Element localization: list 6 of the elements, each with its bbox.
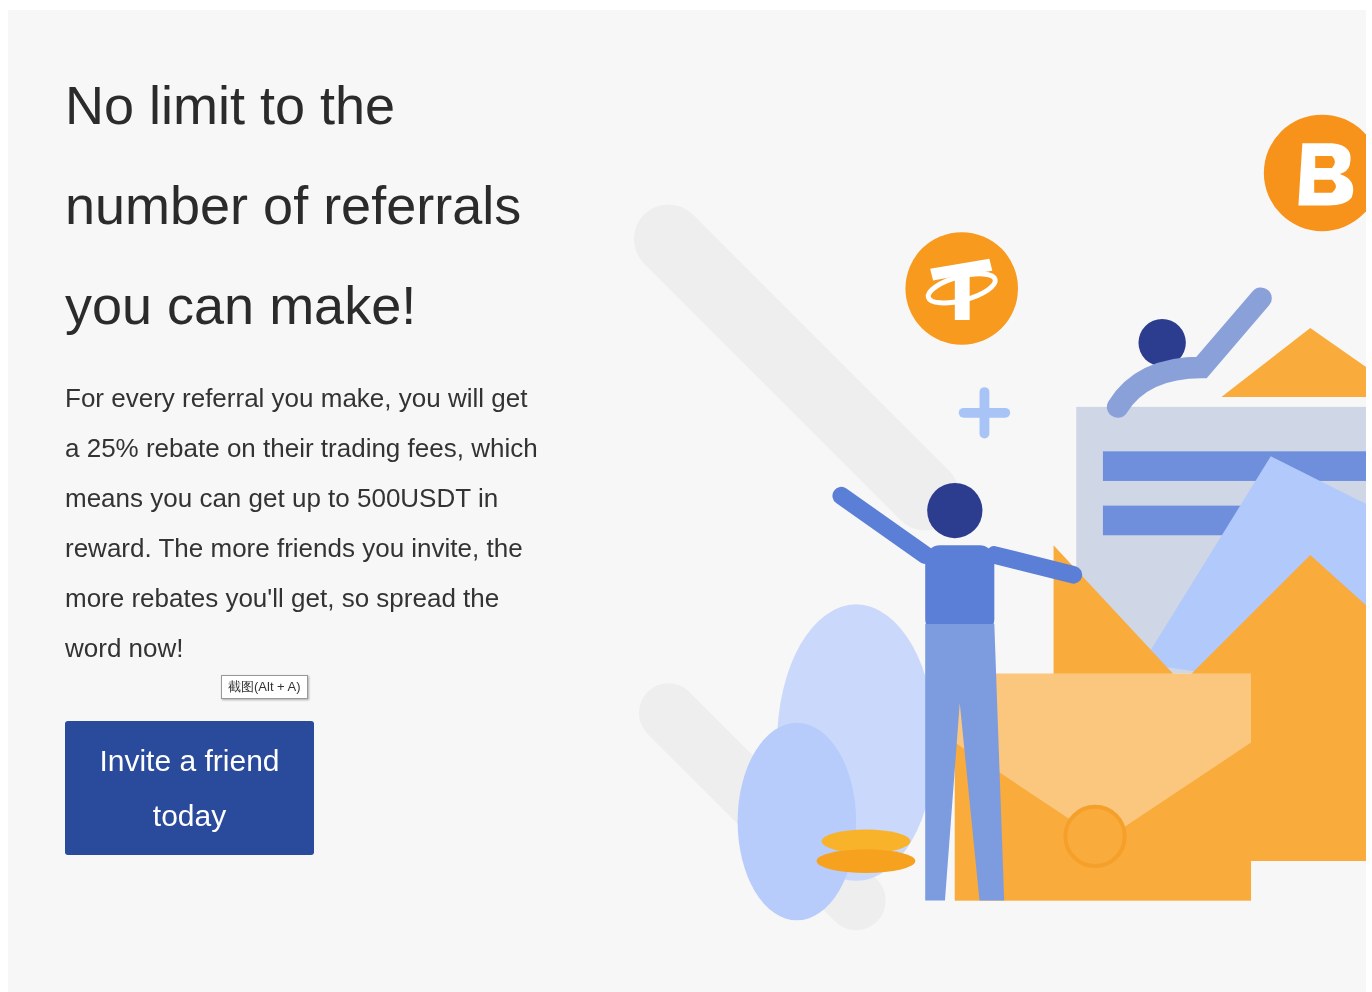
description: For every referral you make, you will get a 25% rebate on their trading fees, which means you can get up to 500USDT in reward. The more friends you invite, the more rebates you'll get, so spread the word now! [65, 382, 539, 665]
tooltip: 截图(Alt + A) [221, 675, 308, 699]
headline: No limit to the number of referrals you can make! [65, 74, 523, 337]
plus-icon [958, 387, 1011, 439]
invite-button[interactable]: Invite a friend today [65, 721, 314, 855]
coin-icon [905, 232, 1018, 345]
